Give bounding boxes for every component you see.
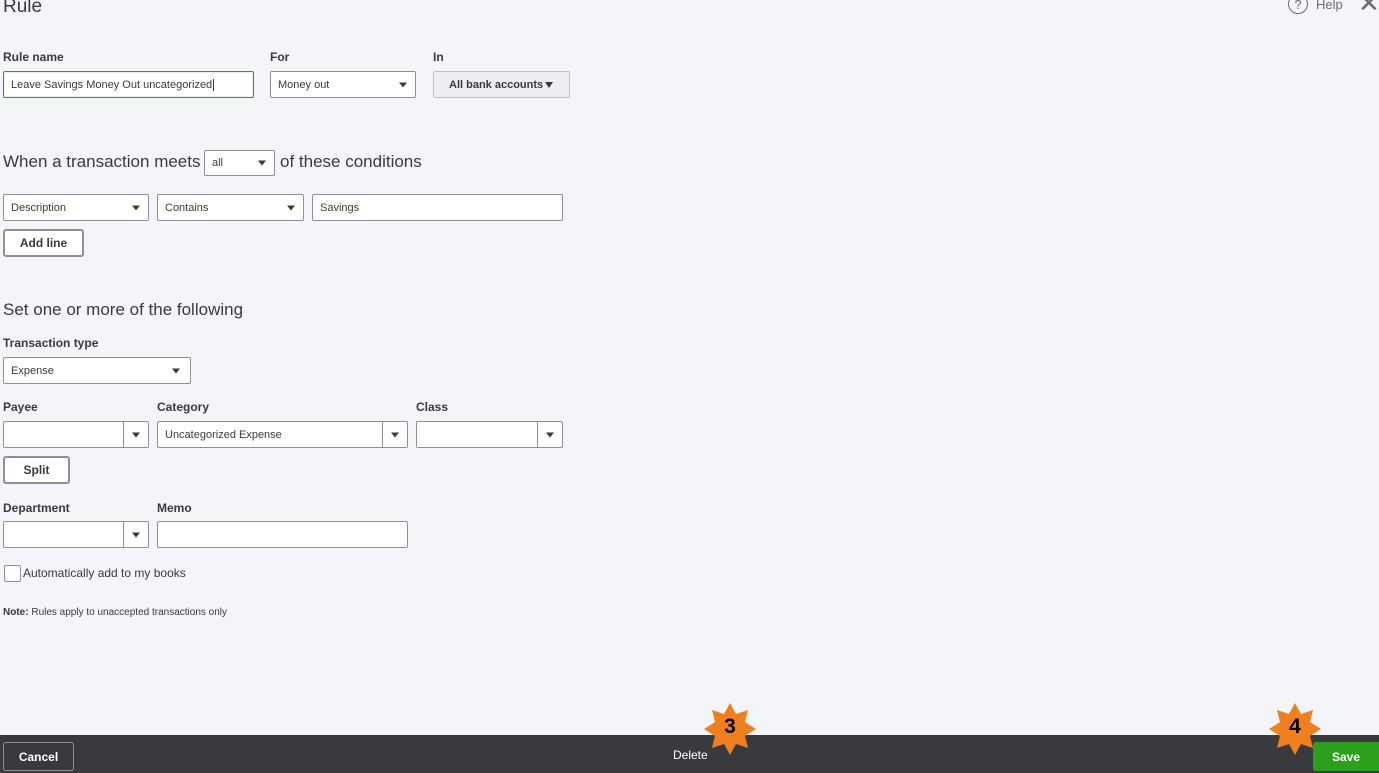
condition-field-value: Description	[11, 201, 67, 214]
memo-label: Memo	[157, 501, 192, 515]
combo-divider	[123, 522, 124, 547]
conditions-suffix: of these conditions	[280, 152, 422, 171]
condition-operator-select[interactable]: Contains	[157, 194, 304, 221]
rules-note: Note: Rules apply to unaccepted transact…	[3, 607, 227, 618]
transaction-type-label: Transaction type	[3, 336, 99, 350]
help-icon: ?	[1288, 0, 1308, 14]
payee-combobox[interactable]	[3, 421, 149, 448]
chevron-down-icon	[399, 82, 407, 87]
transaction-type-value: Expense	[11, 364, 54, 377]
rule-name-value: Leave Savings Money Out uncategorized	[11, 78, 213, 91]
category-combobox[interactable]: Uncategorized Expense	[157, 421, 408, 448]
add-line-button[interactable]: Add line	[3, 229, 84, 257]
in-label: In	[433, 50, 444, 64]
condition-value-text: Savings	[320, 201, 360, 214]
bank-accounts-value: All bank accounts	[449, 78, 544, 91]
combo-divider	[382, 422, 383, 447]
category-label: Category	[157, 400, 210, 414]
callout-badge-4: 4	[1268, 702, 1322, 756]
note-text: Rules apply to unaccepted transactions o…	[28, 607, 228, 618]
actions-title: Set one or more of the following	[3, 300, 244, 319]
bank-accounts-dropdown[interactable]: All bank accounts	[433, 71, 570, 98]
department-label: Department	[3, 501, 70, 515]
condition-operator-value: Contains	[165, 201, 209, 214]
help-link[interactable]: ? Help	[1288, 0, 1343, 14]
combo-divider	[123, 422, 124, 447]
rule-name-input[interactable]: Leave Savings Money Out uncategorized	[3, 71, 254, 98]
save-button[interactable]: Save	[1313, 742, 1379, 771]
for-select[interactable]: Money out	[270, 71, 416, 98]
for-label: For	[270, 50, 290, 64]
text-cursor	[213, 78, 215, 91]
callout-number: 3	[724, 715, 736, 738]
auto-add-checkbox[interactable]	[4, 565, 21, 582]
category-value: Uncategorized Expense	[165, 428, 282, 441]
help-label: Help	[1316, 0, 1343, 12]
chevron-down-icon	[172, 368, 180, 373]
close-icon[interactable]: ✕	[1358, 0, 1379, 16]
match-type-select[interactable]: all	[204, 150, 275, 176]
split-button[interactable]: Split	[3, 456, 70, 484]
chevron-down-icon	[287, 205, 295, 210]
cancel-button[interactable]: Cancel	[3, 742, 74, 771]
auto-add-label: Automatically add to my books	[23, 566, 186, 580]
combo-divider	[537, 422, 538, 447]
dialog-title: Rule	[3, 0, 43, 17]
for-select-value: Money out	[278, 78, 330, 91]
callout-badge-3: 3	[703, 702, 757, 756]
chevron-down-icon	[132, 205, 140, 210]
condition-field-select[interactable]: Description	[3, 194, 149, 221]
callout-number: 4	[1289, 715, 1301, 738]
rule-name-label: Rule name	[3, 50, 64, 64]
payee-label: Payee	[3, 400, 38, 414]
class-label: Class	[416, 400, 449, 414]
note-prefix: Note:	[3, 607, 29, 618]
chevron-down-icon[interactable]	[132, 432, 140, 437]
transaction-type-select[interactable]: Expense	[3, 357, 191, 384]
match-type-value: all	[212, 157, 224, 169]
chevron-down-icon[interactable]	[391, 432, 399, 437]
conditions-prefix: When a transaction meets	[3, 152, 201, 171]
chevron-down-icon[interactable]	[132, 532, 140, 537]
condition-value-input[interactable]: Savings	[312, 194, 563, 221]
chevron-down-icon	[545, 81, 553, 88]
chevron-down-icon	[258, 160, 266, 166]
memo-input[interactable]	[157, 521, 408, 548]
department-combobox[interactable]	[3, 521, 149, 548]
class-combobox[interactable]	[416, 421, 563, 448]
chevron-down-icon[interactable]	[546, 432, 554, 437]
